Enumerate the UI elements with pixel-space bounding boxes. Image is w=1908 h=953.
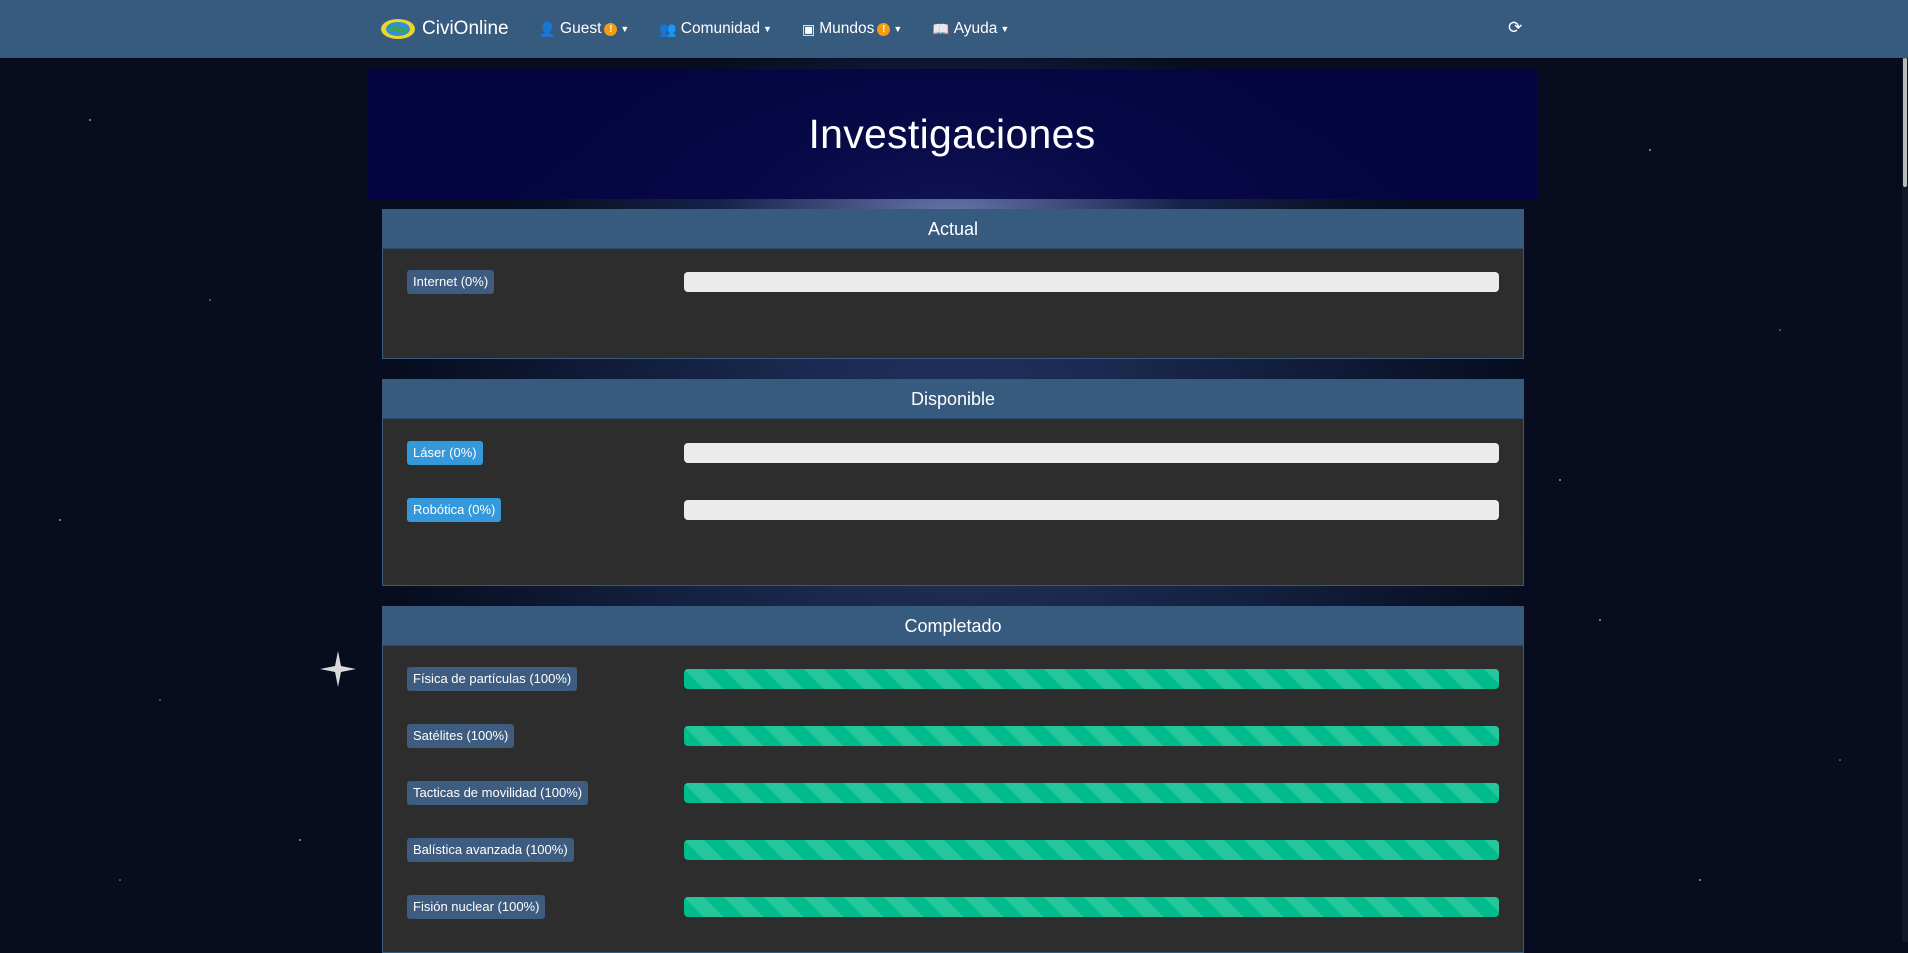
nav-guest-dropdown[interactable]: 👤 Guest ! ▼ <box>539 20 630 38</box>
research-label[interactable]: Tacticas de movilidad (100%) <box>407 781 589 805</box>
progress-bar <box>684 783 1499 803</box>
research-row: Física de partículas (100%) <box>407 667 1499 691</box>
progress-fill <box>684 897 1499 917</box>
map-icon: ▣ <box>801 20 816 37</box>
user-icon: 👤 <box>538 20 557 37</box>
caret-down-icon: ▼ <box>763 24 772 34</box>
progress-bar <box>684 840 1499 860</box>
nav-mundos-dropdown[interactable]: ▣ Mundos ! ▼ <box>802 20 902 38</box>
nav-comunidad-label: Comunidad <box>680 20 761 37</box>
book-icon: 📖 <box>932 20 950 37</box>
research-row: Tacticas de movilidad (100%) <box>407 781 1499 805</box>
progress-bar <box>684 726 1499 746</box>
nav-comunidad-dropdown[interactable]: 👥 Comunidad ▼ <box>659 20 772 38</box>
progress-bar <box>684 500 1499 520</box>
research-row: Satélites (100%) <box>407 724 1499 748</box>
progress-bar <box>684 669 1499 689</box>
page-header: Investigaciones <box>367 69 1537 199</box>
research-label[interactable]: Robótica (0%) <box>407 498 502 522</box>
progress-fill <box>684 840 1499 860</box>
research-row: Balística avanzada (100%) <box>407 838 1499 862</box>
research-row: Robótica (0%) <box>407 498 1499 522</box>
panel-disponible: Disponible Láser (0%) Robótica (0%) <box>382 379 1524 586</box>
nav-ayuda-label: Ayuda <box>953 20 998 37</box>
page-scrollbar[interactable] <box>1902 0 1908 942</box>
caret-down-icon: ▼ <box>893 24 903 34</box>
research-label[interactable]: Internet (0%) <box>407 270 495 294</box>
progress-bar <box>684 443 1499 463</box>
users-icon: 👥 <box>659 20 677 37</box>
progress-fill <box>684 669 1499 689</box>
progress-bar <box>684 272 1499 292</box>
refresh-icon[interactable]: ⟳ <box>1508 18 1522 38</box>
warning-icon: ! <box>604 22 618 36</box>
brand-link[interactable]: CiviOnline <box>380 18 509 40</box>
globe-logo-icon <box>381 19 415 39</box>
nav-guest-label: Guest <box>560 20 602 37</box>
top-navbar: CiviOnline 👤 Guest ! ▼ 👥 Comunidad ▼ ▣ M… <box>0 0 1908 58</box>
warning-icon: ! <box>877 22 891 36</box>
progress-fill <box>684 726 1499 746</box>
panel-heading: Disponible <box>383 380 1523 419</box>
nav-ayuda-dropdown[interactable]: 📖 Ayuda ▼ <box>932 20 1009 38</box>
progress-bar <box>684 897 1499 917</box>
research-row: Internet (0%) <box>407 270 1499 294</box>
research-row: Láser (0%) <box>407 441 1499 465</box>
page-title: Investigaciones <box>808 110 1096 157</box>
panel-actual: Actual Internet (0%) <box>382 209 1524 359</box>
brand-name: CiviOnline <box>422 18 509 39</box>
panel-completado: Completado Física de partículas (100%) S… <box>382 606 1524 953</box>
research-label[interactable]: Satélites (100%) <box>407 724 515 748</box>
research-label[interactable]: Fisión nuclear (100%) <box>407 895 546 919</box>
progress-fill <box>684 783 1499 803</box>
nav-mundos-label: Mundos <box>819 20 875 37</box>
research-row: Fisión nuclear (100%) <box>407 895 1499 919</box>
caret-down-icon: ▼ <box>620 24 630 34</box>
panel-heading: Actual <box>383 210 1523 249</box>
research-label[interactable]: Balística avanzada (100%) <box>407 838 574 862</box>
caret-down-icon: ▼ <box>1000 24 1010 34</box>
panel-heading: Completado <box>383 607 1523 646</box>
research-label[interactable]: Láser (0%) <box>407 441 483 465</box>
research-label[interactable]: Física de partículas (100%) <box>407 667 578 691</box>
